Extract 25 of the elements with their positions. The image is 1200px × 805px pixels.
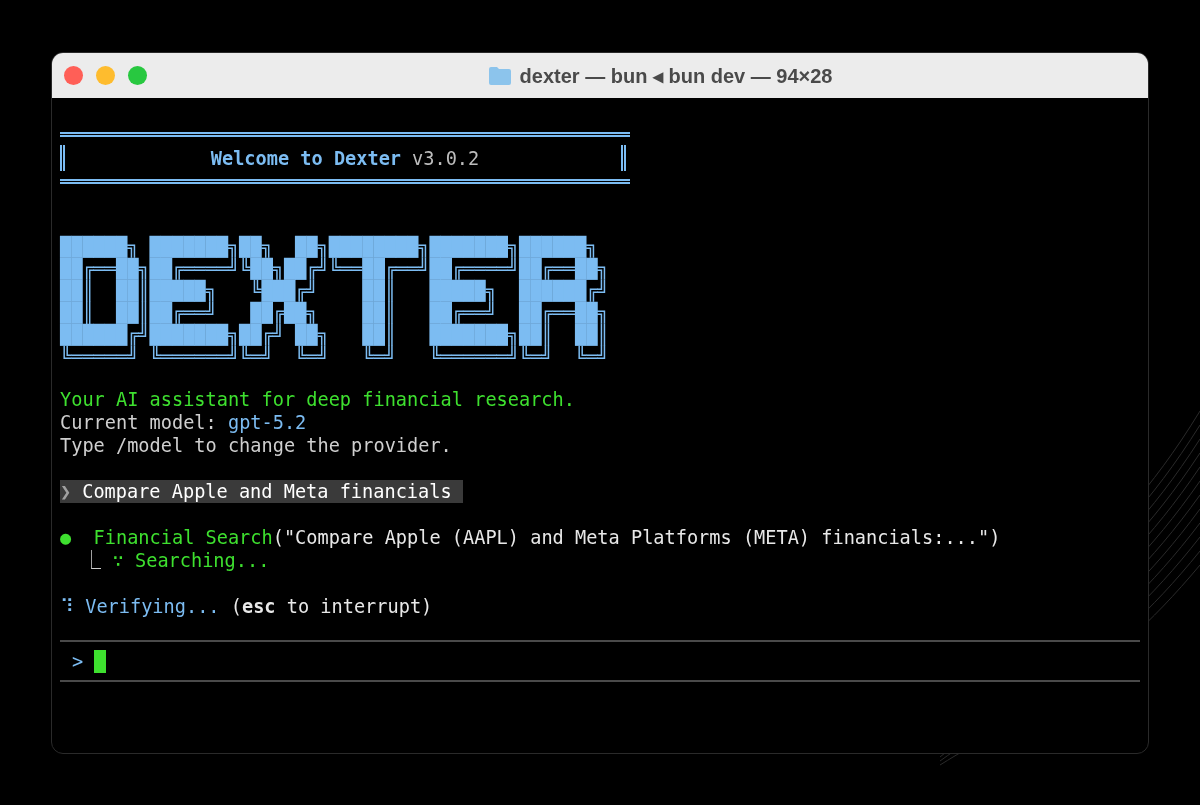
tagline: Your AI assistant for deep financial research. bbox=[60, 389, 575, 410]
logo-art: ██████╗ ███████╗██╗ ██╗████████╗███████╗██████╗ ██╔══██╗██╔════╝╚██╗██╔╝╚══██╔══╝██╔════╝██╔══██╗ ██║ ██║█████╗ ╚███╔╝ ██║ █████╗ ██████╔╝ ██║ ██║██╔══╝ ██╔██╗ ██║ ██╔══╝ ██╔══██╗ ██████╔╝███████╗██╔╝ ██╗ ██║ ███████╗██║ ██║ ╚═════╝ ╚══════╝╚═╝ ╚═╝ ╚═╝ ╚══════╝╚═╝ ╚═╝ bbox=[60, 236, 609, 368]
welcome-title: Welcome to Dexter bbox=[210, 146, 402, 170]
status-dot: ● bbox=[60, 527, 72, 548]
hint-text: Type /model to change the provider. bbox=[60, 435, 452, 456]
banner-border bbox=[60, 145, 65, 171]
zoom-button[interactable] bbox=[128, 66, 147, 85]
model-name: gpt-5.2 bbox=[227, 412, 307, 433]
minimize-button[interactable] bbox=[96, 66, 115, 85]
banner-border bbox=[621, 145, 626, 171]
progress-label: Verifying... bbox=[85, 596, 220, 617]
tool-arguments: ("Compare Apple (AAPL) and Meta Platforms (META) financials:...") bbox=[272, 527, 1001, 548]
window-title: dexter — bun ◂ bun dev — 94×28 bbox=[519, 63, 833, 88]
tool-name: Financial Search bbox=[93, 527, 273, 548]
version-label: v3.0.2 bbox=[412, 146, 480, 170]
interrupt-hint: (esc to interrupt) bbox=[230, 596, 433, 617]
folder-icon bbox=[487, 65, 512, 86]
user-query: ❯ Compare Apple and Meta financials bbox=[60, 480, 463, 503]
prompt-input[interactable]: > bbox=[60, 640, 1140, 682]
spinner-glyph: ∵ bbox=[112, 550, 124, 571]
close-button[interactable] bbox=[64, 66, 83, 85]
spinner-glyph: ⠹ bbox=[60, 596, 74, 617]
tool-status: Searching... bbox=[135, 550, 270, 571]
branch-glyph: ⎿ bbox=[82, 550, 102, 571]
model-label: Current model: bbox=[60, 412, 217, 433]
